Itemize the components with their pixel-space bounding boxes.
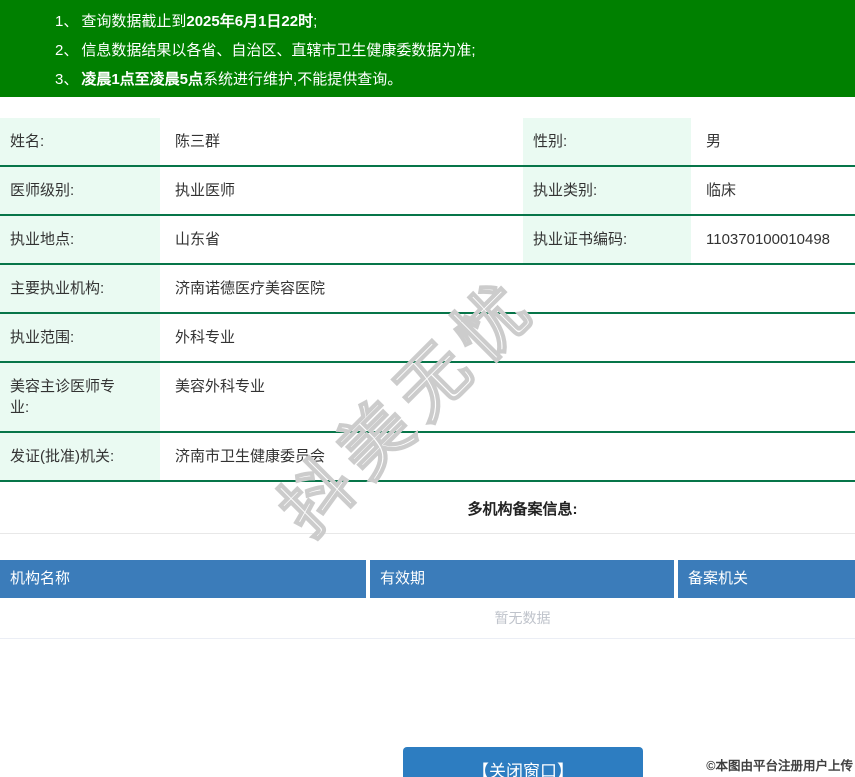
- info-row-issuing-authority: 发证(批准)机关: 济南市卫生健康委员会: [0, 432, 855, 482]
- multi-org-records-table: 机构名称 有效期 备案机关 暂无数据: [0, 560, 855, 639]
- info-row-cosmetic-specialty: 美容主诊医师专 业: 美容外科专业: [0, 362, 855, 433]
- close-window-button[interactable]: 【关闭窗口】: [403, 747, 643, 777]
- records-col-filing-authority: 备案机关: [674, 560, 855, 598]
- info-row-location-certno: 执业地点: 山东省 执业证书编码: 110370100010498: [0, 215, 855, 265]
- practice-category-label: 执业类别:: [523, 166, 691, 216]
- doctor-level-value: 执业医师: [160, 166, 523, 216]
- doctor-level-label: 医师级别:: [0, 166, 160, 216]
- info-row-practice-scope: 执业范围: 外科专业: [0, 313, 855, 363]
- issuing-authority-value: 济南市卫生健康委员会: [160, 432, 855, 482]
- notice-text: ;: [313, 13, 318, 30]
- notice-line-1: 1、 查询数据截止到2025年6月1日22时;: [55, 7, 845, 36]
- notice-text: 信息数据结果以各省、自治区、直辖市卫生健康委数据为准;: [81, 42, 476, 59]
- name-value: 陈三群: [160, 118, 523, 167]
- notice-number: 3、: [55, 71, 79, 88]
- notice-text-bold: 2025年6月1日22时: [186, 13, 314, 30]
- practitioner-info-table: 姓名: 陈三群 性别: 男 医师级别: 执业医师 执业类别: 临床 执业地点: …: [0, 118, 855, 482]
- notice-line-3: 3、 凌晨1点至凌晨5点系统进行维护,不能提供查询。: [55, 65, 845, 94]
- records-empty-row: 暂无数据: [0, 598, 855, 639]
- records-col-validity-period: 有效期: [366, 560, 674, 598]
- records-col-institution-name: 机构名称: [0, 560, 366, 598]
- gender-label: 性别:: [523, 118, 691, 167]
- info-row-name-gender: 姓名: 陈三群 性别: 男: [0, 118, 855, 167]
- main-institution-label: 主要执业机构:: [0, 264, 160, 314]
- info-row-main-institution: 主要执业机构: 济南诺德医疗美容医院: [0, 264, 855, 314]
- notice-text: 系统进行维护,不能提供查询。: [203, 71, 403, 88]
- practice-scope-value: 外科专业: [160, 313, 855, 363]
- practice-scope-label: 执业范围:: [0, 313, 160, 363]
- practice-category-value: 临床: [691, 166, 855, 216]
- cosmetic-specialty-label: 美容主诊医师专 业:: [0, 362, 160, 433]
- notice-number: 2、: [55, 42, 79, 59]
- multi-org-section-title: 多机构备案信息:: [0, 482, 855, 534]
- info-row-level-category: 医师级别: 执业医师 执业类别: 临床: [0, 166, 855, 216]
- gender-value: 男: [691, 118, 855, 167]
- name-label: 姓名:: [0, 118, 160, 167]
- certificate-number-value: 110370100010498: [691, 215, 855, 265]
- issuing-authority-label: 发证(批准)机关:: [0, 432, 160, 482]
- practice-location-label: 执业地点:: [0, 215, 160, 265]
- upload-credit-text: ©本图由平台注册用户上传: [706, 759, 853, 773]
- records-header-row: 机构名称 有效期 备案机关: [0, 560, 855, 598]
- certificate-number-label: 执业证书编码:: [523, 215, 691, 265]
- main-institution-value: 济南诺德医疗美容医院: [160, 264, 855, 314]
- notice-line-2: 2、 信息数据结果以各省、自治区、直辖市卫生健康委数据为准;: [55, 36, 845, 65]
- cosmetic-specialty-value: 美容外科专业: [160, 362, 855, 433]
- notice-number: 1、: [55, 13, 79, 30]
- practice-location-value: 山东省: [160, 215, 523, 265]
- notice-text: 查询数据截止到: [81, 13, 187, 30]
- notice-text-bold: 凌晨1点至凌晨5点: [81, 71, 204, 88]
- no-data-text: 暂无数据: [0, 598, 855, 639]
- notice-banner: 1、 查询数据截止到2025年6月1日22时; 2、 信息数据结果以各省、自治区、直…: [0, 0, 855, 97]
